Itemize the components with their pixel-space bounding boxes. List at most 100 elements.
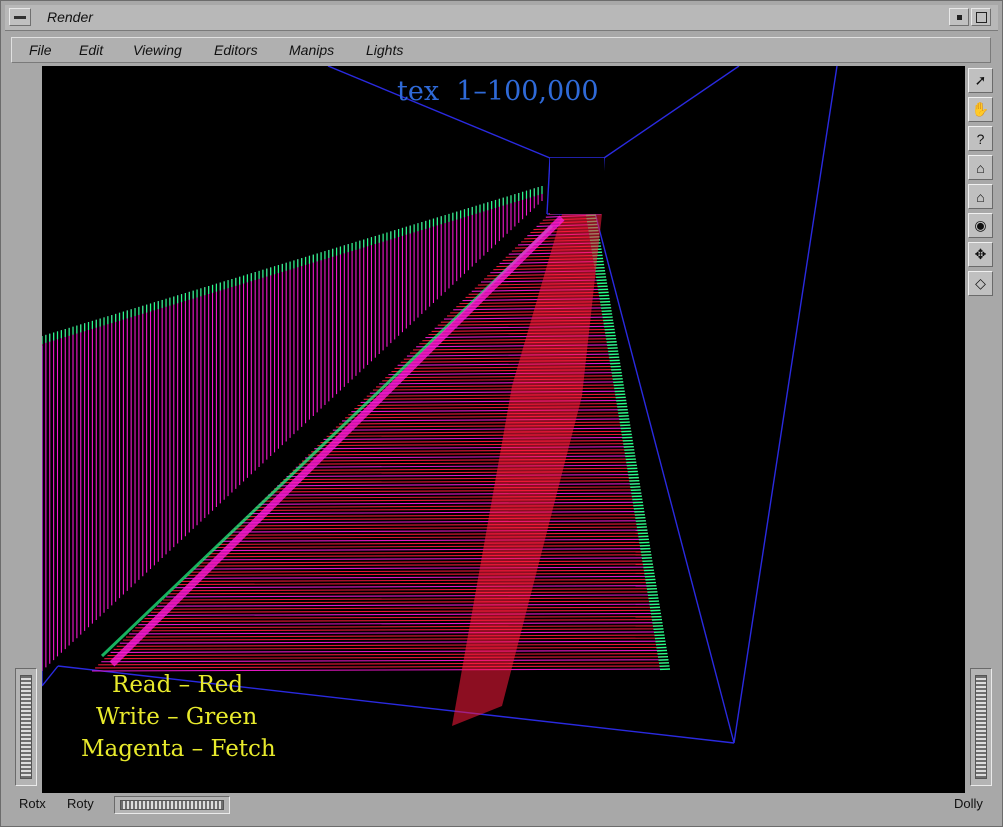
read-strip (246, 514, 645, 518)
read-strip (237, 523, 647, 527)
read-strip (101, 659, 669, 663)
read-strip (230, 529, 648, 533)
read-strip (159, 600, 659, 604)
room-edge (42, 665, 59, 687)
menu-file[interactable]: File (29, 42, 52, 58)
read-strip (200, 560, 653, 564)
read-strip (357, 402, 627, 407)
dolly-thumbwheel[interactable] (970, 668, 992, 786)
read-strip (332, 427, 631, 431)
read-strip (187, 572, 655, 576)
perspective-button[interactable]: ◇ (968, 271, 993, 296)
read-strip (292, 467, 638, 471)
read-strip (104, 656, 668, 660)
read-strip (212, 548, 651, 552)
menu-edit[interactable]: Edit (79, 42, 103, 58)
read-strip (289, 470, 638, 474)
read-strip (98, 662, 669, 666)
read-strip (286, 473, 639, 478)
home-icon: ⌂ (976, 159, 985, 176)
scene-title-label: tex 1–100,000 (397, 76, 599, 107)
perspective-icon: ◇ (975, 275, 986, 291)
pick-arrow-button[interactable]: ➚ (968, 68, 993, 93)
read-strip (308, 452, 635, 456)
read-strip (403, 356, 620, 360)
minimize-button[interactable] (949, 8, 969, 26)
read-strip (206, 554, 652, 558)
help-icon: ? (976, 130, 985, 147)
read-strip (280, 480, 640, 484)
read-strip (354, 406, 628, 410)
read-strip (397, 362, 621, 366)
read-strip (240, 520, 646, 524)
rotx-thumbwheel[interactable] (15, 668, 37, 786)
menu-editors[interactable]: Editors (214, 42, 258, 58)
read-strip (138, 622, 663, 626)
room-edge (733, 66, 838, 744)
read-strip (320, 439, 633, 444)
read-strip (172, 588, 657, 592)
read-strip (218, 541, 650, 545)
view-all-button[interactable]: ◉ (968, 213, 993, 238)
hand-view-button[interactable]: ✋ (968, 97, 993, 122)
help-button[interactable]: ? (968, 126, 993, 151)
read-strip (326, 433, 632, 437)
read-strip (264, 495, 642, 499)
read-strip (116, 643, 666, 647)
read-strip (382, 378, 623, 382)
read-strip (366, 393, 626, 397)
read-strip (406, 353, 619, 357)
title-bar[interactable]: Render (5, 5, 998, 31)
bottom-bar: Rotx Roty Dolly (11, 795, 996, 817)
read-strip (298, 461, 637, 465)
read-strip (141, 619, 662, 623)
home-button[interactable]: ⌂ (968, 155, 993, 180)
read-strip (342, 418, 630, 422)
read-strip (227, 532, 648, 536)
read-strip (348, 412, 629, 416)
render-viewport[interactable]: tex 1–100,000 Read – Red Write – Green M… (42, 66, 965, 793)
read-strip (305, 455, 636, 459)
read-strip (175, 585, 657, 589)
read-strip (314, 446, 634, 450)
right-toolbar: ➚ ✋? ⌂ ⌂ ◉ ✥ ◇ (965, 66, 996, 793)
render-window: Render File Edit Viewing Editors Manips … (0, 0, 1003, 827)
read-strip (283, 477, 639, 481)
view-all-icon: ◉ (974, 217, 987, 233)
read-strip (261, 498, 643, 502)
maximize-button[interactable] (971, 8, 991, 26)
menu-lights[interactable]: Lights (366, 42, 403, 58)
legend-write: Write – Green (96, 704, 258, 730)
roty-thumbwheel[interactable] (114, 796, 230, 814)
read-strip (107, 653, 668, 657)
legend-fetch: Magenta – Fetch (81, 736, 276, 762)
menu-manips[interactable]: Manips (289, 42, 334, 58)
read-strip (122, 637, 665, 641)
read-strip (163, 597, 659, 601)
set-home-icon: ⌂ (976, 188, 985, 205)
read-strip (166, 594, 658, 598)
read-strip (249, 511, 645, 515)
hand-view-icon: ✋ (971, 101, 990, 117)
menu-bar: File Edit Viewing Editors Manips Lights (11, 37, 991, 63)
read-strip (351, 409, 628, 413)
dolly-label: Dolly (954, 796, 983, 811)
read-strip (169, 591, 658, 595)
set-home-button[interactable]: ⌂ (968, 184, 993, 209)
read-strip (91, 668, 671, 672)
read-strip (360, 399, 627, 403)
read-strip (234, 526, 647, 530)
read-strip (196, 563, 653, 567)
menu-viewing[interactable]: Viewing (133, 42, 182, 58)
read-strip (394, 365, 621, 369)
read-strip (156, 603, 660, 607)
read-strip (113, 646, 667, 650)
read-strip (150, 609, 661, 613)
seek-button[interactable]: ✥ (968, 242, 993, 267)
read-strip (317, 443, 634, 447)
read-strip (329, 430, 632, 434)
read-strip (119, 640, 666, 644)
read-strip (184, 575, 655, 579)
read-strip (267, 492, 642, 496)
window-menu-button[interactable] (9, 8, 31, 26)
